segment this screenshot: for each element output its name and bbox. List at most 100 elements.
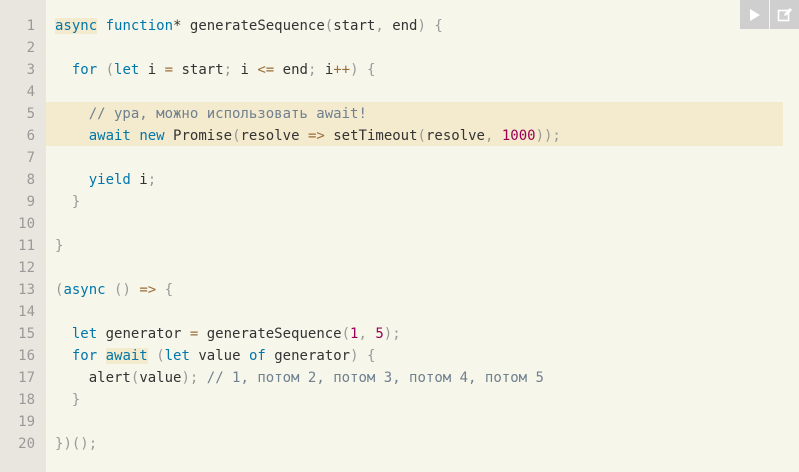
line-number: 20 <box>18 436 35 452</box>
code-toolbar <box>740 0 799 29</box>
line-code: let generator = generateSequence(1, 5); <box>55 323 401 345</box>
code-token: new <box>139 128 165 144</box>
code-line: 10 <box>0 213 799 235</box>
code-line: 11} <box>0 235 799 257</box>
line-code: for await (let value of generator) { <box>55 345 375 367</box>
code-token: 5 <box>375 326 384 342</box>
code-token: )); <box>535 128 561 144</box>
line-number: 10 <box>18 216 35 232</box>
code-token: start <box>333 18 376 34</box>
code-token: i <box>139 62 165 78</box>
code-token: let <box>114 62 140 78</box>
code-line: 13 (async () => { <box>0 279 799 301</box>
run-button[interactable] <box>740 0 769 29</box>
code-line: 18 } <box>0 389 799 411</box>
code-token: } <box>71 194 81 210</box>
line-code: async function* generateSequence(start, … <box>55 15 443 37</box>
line-number: 5 <box>26 106 35 122</box>
code-token: , <box>358 326 376 342</box>
code-token: async <box>55 18 98 34</box>
code-token: i <box>316 62 334 78</box>
line-code: alert(value); // 1, потом 2, потом 3, по… <box>55 367 544 389</box>
line-code: // ура, можно использовать await! <box>55 103 367 125</box>
code-token: start <box>173 62 224 78</box>
code-token: } <box>71 392 81 408</box>
code-token: of <box>248 348 266 364</box>
code-token: function <box>105 18 174 34</box>
code-token: alert <box>88 370 131 386</box>
code-line: 1 async function* generateSequence(start,… <box>0 15 799 37</box>
code-token: ) <box>350 348 359 364</box>
code-line: 8 yield i; <box>0 169 799 191</box>
code-token: ( <box>341 326 351 342</box>
code-token: let <box>71 326 98 342</box>
code-token: ) <box>350 62 359 78</box>
code-token: generateSequence <box>198 326 342 342</box>
code-token: value <box>139 370 182 386</box>
code-line: 7 <box>0 147 799 169</box>
code-token: ( <box>417 128 426 144</box>
code-token: await <box>88 128 131 144</box>
code-token: ( <box>324 18 334 34</box>
code-token: , <box>375 18 393 34</box>
code-token: { <box>366 62 376 78</box>
code-line: 19 <box>0 411 799 433</box>
code-line: 3 for (let i = start; i <= end; i++) { <box>0 59 799 81</box>
line-code: } <box>55 235 63 257</box>
code-line: 4 <box>0 81 799 103</box>
code-token: async <box>63 282 106 298</box>
code-token: end <box>274 62 308 78</box>
line-number: 3 <box>26 62 35 78</box>
code-token: generator <box>97 326 190 342</box>
code-token: )(); <box>63 436 98 452</box>
code-token: end <box>392 18 418 34</box>
line-number: 8 <box>26 172 35 188</box>
code-token: for <box>71 348 98 364</box>
code-line: 20 })(); <box>0 433 799 455</box>
code-token: await <box>105 348 148 364</box>
code-token: value <box>189 348 249 364</box>
code-token: ); <box>181 370 199 386</box>
line-code: })(); <box>55 433 97 455</box>
code-line: 15 let generator = generateSequence(1, 5… <box>0 323 799 345</box>
code-token: } <box>55 238 64 254</box>
code-token: { <box>164 282 174 298</box>
line-code: } <box>55 389 80 411</box>
code-token: setTimeout <box>333 128 418 144</box>
edit-button[interactable] <box>770 0 799 29</box>
code-token: generateSequence <box>189 18 325 34</box>
play-icon <box>749 8 761 22</box>
code-token: let <box>164 348 190 364</box>
code-token: => <box>307 128 325 144</box>
code-token: for <box>71 62 98 78</box>
code-token: <= <box>257 62 275 78</box>
line-number: 19 <box>18 414 35 430</box>
code-token: ++ <box>333 62 351 78</box>
line-number: 1 <box>26 18 35 34</box>
code-token: , <box>485 128 502 144</box>
code-token: = <box>164 62 174 78</box>
code-token: ; <box>223 62 233 78</box>
code-token: ( <box>105 62 115 78</box>
code-token: // ура, можно использовать await! <box>88 106 367 122</box>
code-token: ); <box>383 326 401 342</box>
code-token: i <box>130 172 148 188</box>
code-line: 5 // ура, можно использовать await! <box>0 103 799 125</box>
code-token: ( <box>156 348 165 364</box>
